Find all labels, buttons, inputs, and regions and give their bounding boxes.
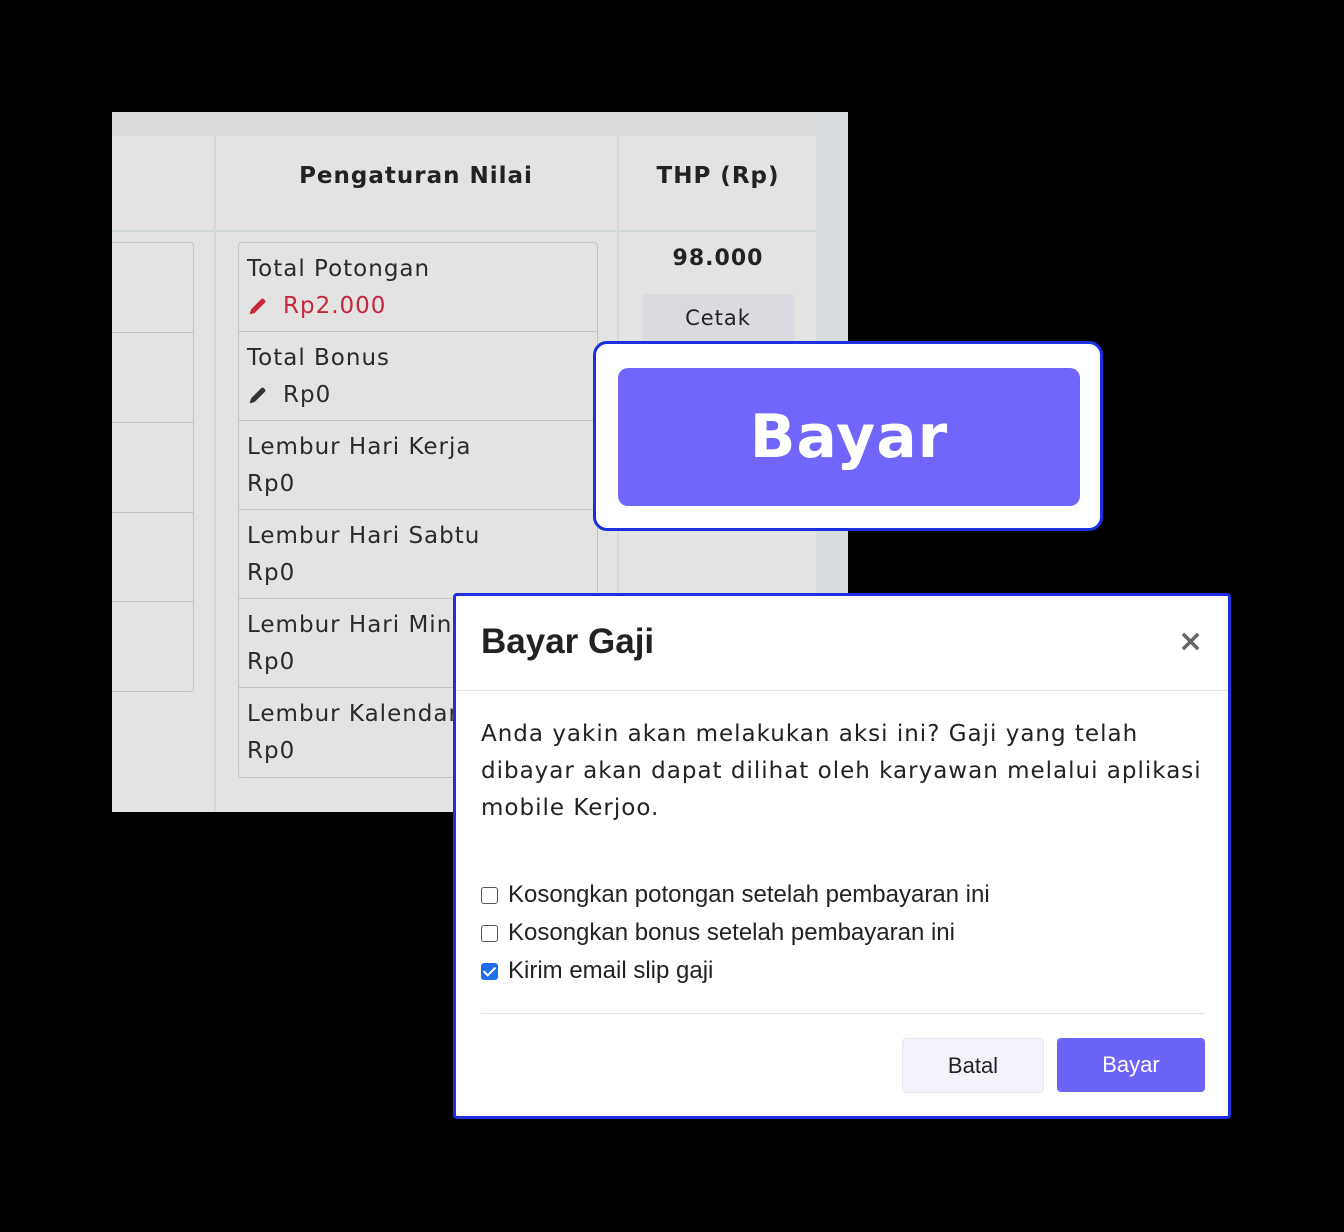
left-column-cells xyxy=(112,242,194,692)
option-label: Kosongkan potongan setelah pembayaran in… xyxy=(508,881,990,908)
option-clear-deductions[interactable]: Kosongkan potongan setelah pembayaran in… xyxy=(481,881,990,909)
setting-value[interactable]: Rp2.000 xyxy=(247,292,589,320)
setting-label: Total Bonus xyxy=(247,345,391,371)
checkbox[interactable] xyxy=(481,886,498,904)
pay-button-zoomed[interactable]: Bayar xyxy=(618,368,1080,506)
cancel-button[interactable]: Batal xyxy=(902,1038,1044,1093)
setting-label: Lembur Hari Kerja xyxy=(247,434,472,460)
modal-message-line: mobile Kerjoo. xyxy=(481,795,660,821)
pencil-icon[interactable] xyxy=(247,384,269,406)
modal-footer-divider xyxy=(481,1013,1205,1014)
modal-message: Anda yakin akan melakukan aksi ini? Gaji… xyxy=(481,716,1205,827)
column-divider xyxy=(214,136,216,812)
table-header: Pengaturan Nilai THP (Rp) xyxy=(112,136,816,232)
zoom-callout: Bayar xyxy=(593,341,1103,531)
setting-item-total-potongan[interactable]: Total Potongan Rp2.000 xyxy=(239,243,597,332)
option-label: Kosongkan bonus setelah pembayaran ini xyxy=(508,919,955,946)
checkbox-checked[interactable] xyxy=(481,962,498,980)
modal-message-line: dibayar akan dapat dilihat oleh karyawan… xyxy=(481,758,1202,784)
option-label: Kirim email slip gaji xyxy=(508,957,714,984)
setting-label: Total Potongan xyxy=(247,256,431,282)
modal-title: Bayar Gaji xyxy=(481,622,655,661)
option-send-payslip-email[interactable]: Kirim email slip gaji xyxy=(481,957,713,985)
setting-item-lembur-hari-kerja: Lembur Hari Kerja Rp0 xyxy=(239,421,597,510)
column-header-settings: Pengaturan Nilai xyxy=(299,163,533,189)
print-button[interactable]: Cetak xyxy=(642,294,794,342)
setting-item-lembur-hari-sabtu: Lembur Hari Sabtu Rp0 xyxy=(239,510,597,599)
setting-label: Lembur Hari Sabtu xyxy=(247,523,481,549)
modal-message-line: Anda yakin akan melakukan aksi ini? Gaji… xyxy=(481,721,1139,747)
checkbox[interactable] xyxy=(481,924,498,942)
pay-salary-modal: Bayar Gaji × Anda yakin akan melakukan a… xyxy=(453,593,1231,1119)
setting-item-total-bonus[interactable]: Total Bonus Rp0 xyxy=(239,332,597,421)
pay-button[interactable]: Bayar xyxy=(1057,1038,1205,1092)
setting-value: Rp0 xyxy=(247,560,296,586)
setting-value[interactable]: Rp0 xyxy=(247,381,589,409)
option-clear-bonus[interactable]: Kosongkan bonus setelah pembayaran ini xyxy=(481,919,955,947)
pencil-icon[interactable] xyxy=(247,295,269,317)
modal-header-divider xyxy=(456,690,1228,691)
setting-value: Rp0 xyxy=(247,471,296,497)
close-icon[interactable]: × xyxy=(1178,624,1203,659)
table-top-strip xyxy=(112,112,848,136)
thp-value: 98.000 xyxy=(672,246,764,271)
column-header-thp: THP (Rp) xyxy=(656,163,780,189)
